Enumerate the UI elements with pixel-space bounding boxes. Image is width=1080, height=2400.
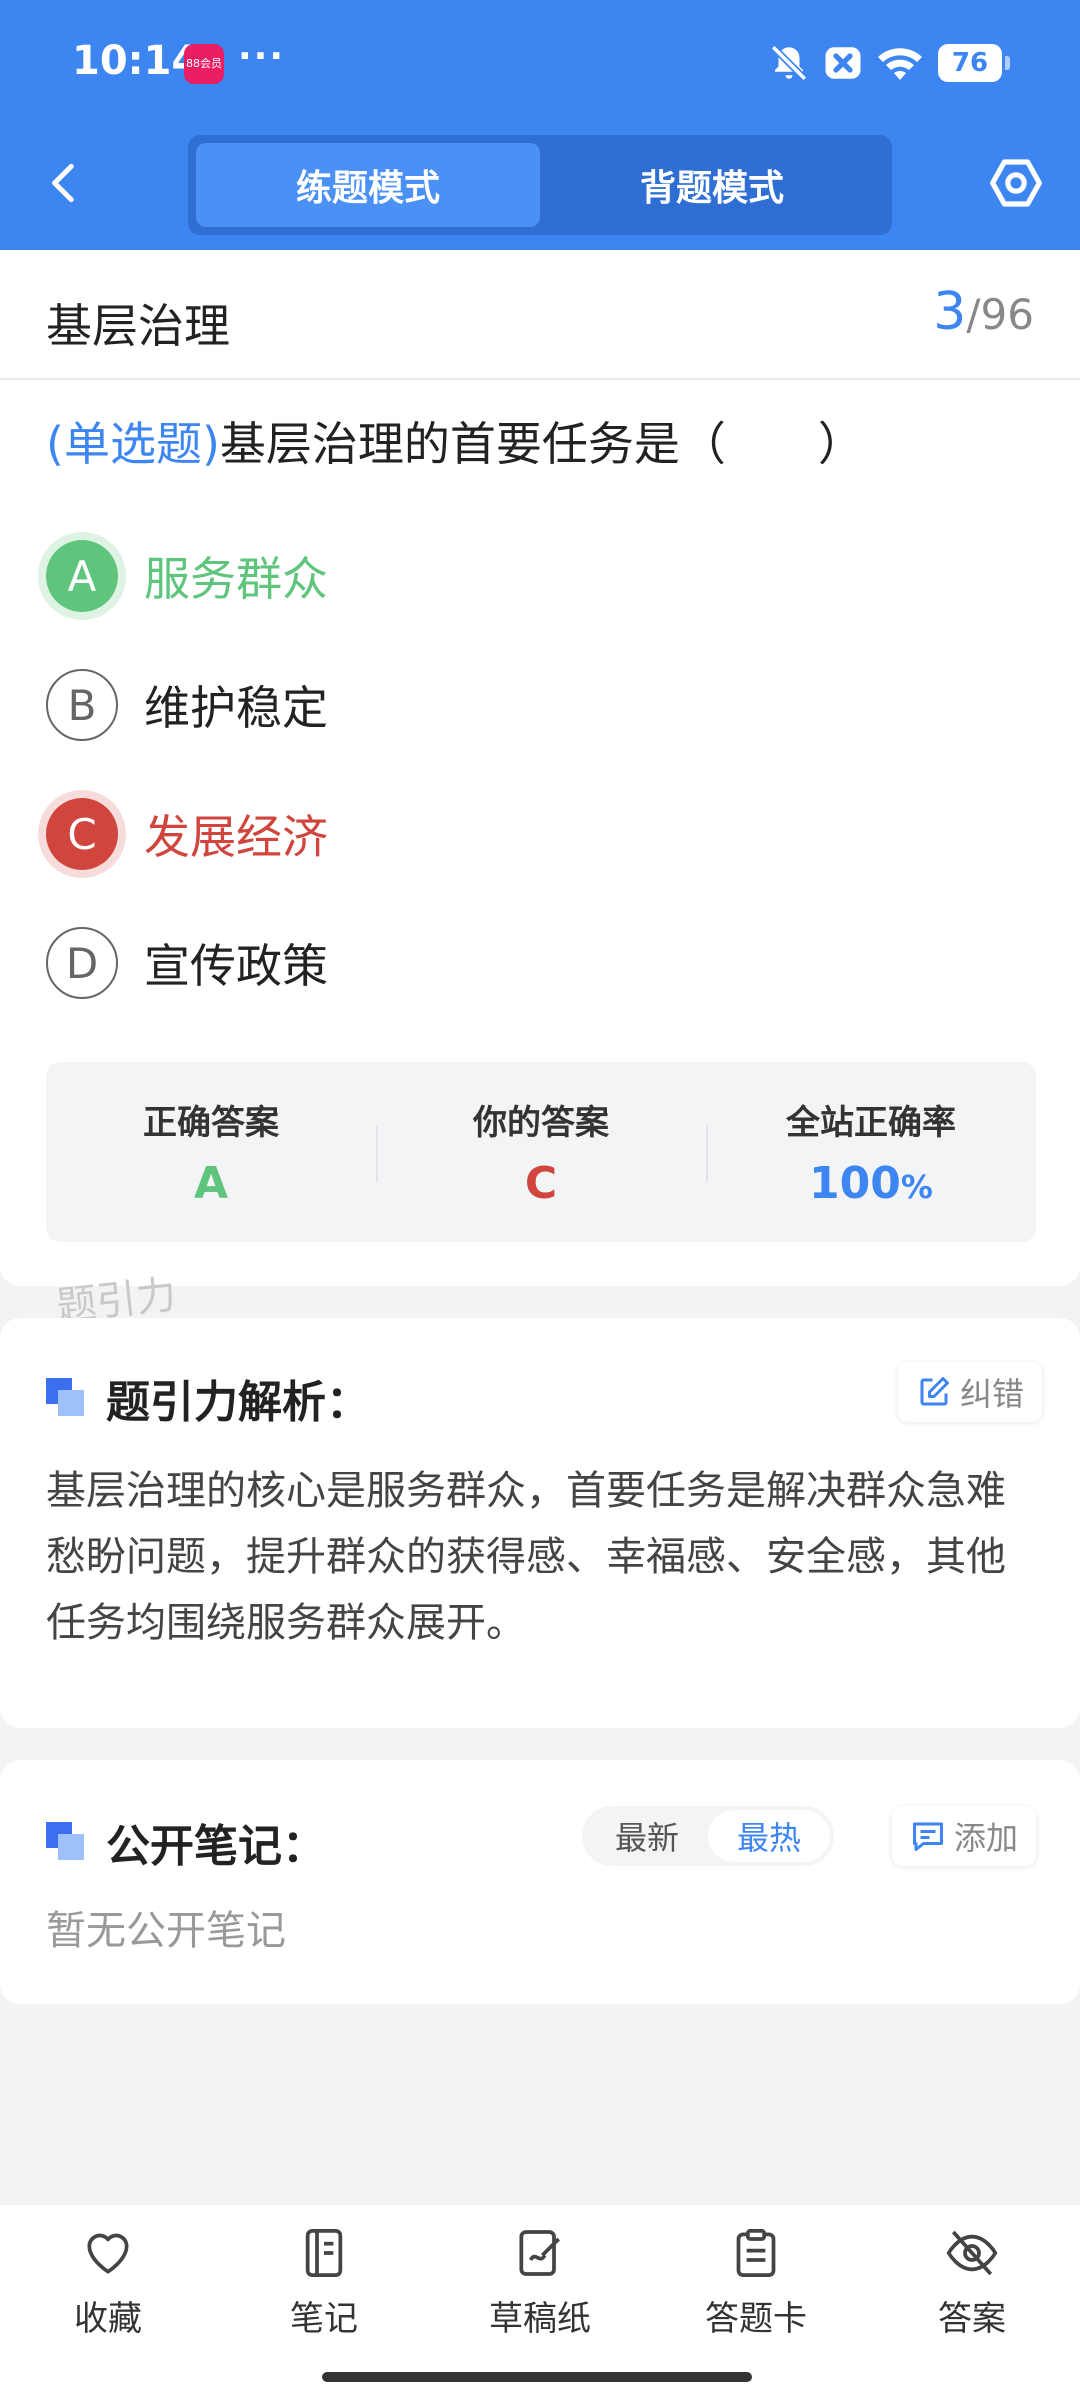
stat-value: C [524,1158,558,1209]
nav-label: 收藏 [74,2299,142,2339]
rate-unit: % [900,1168,933,1206]
notes-button[interactable]: 笔记 [216,2205,432,2400]
analysis-text: 基层治理的核心是服务群众，首要任务是解决群众急难愁盼问题，提升群众的获得感、幸福… [46,1468,1006,1646]
favorite-button[interactable]: 收藏 [0,2205,216,2400]
more-notifications-icon: ··· [238,36,286,77]
status-bar: 10:14 88会员 ··· 76 [0,0,1080,120]
option-letter: A [46,540,118,612]
mode-switch: 练题模式 背题模式 [188,135,892,235]
question-text: 基层治理的首要任务是（ ） [219,417,864,471]
report-error-button[interactable]: 纠错 [898,1362,1043,1422]
stat-label: 你的答案 [473,1103,609,1143]
back-button[interactable] [40,155,90,211]
stat-label: 正确答案 [143,1103,279,1143]
notes-title: 公开笔记： [46,1810,326,1874]
current-question-number: 3 [933,282,967,342]
draft-paper-button[interactable]: 草稿纸 [432,2205,648,2400]
option-text: 维护稳定 [144,681,328,735]
notes-title-text: 公开笔记： [106,1821,326,1872]
stat-correct-answer: 正确答案 A [46,1062,376,1242]
option-text: 宣传政策 [144,939,328,993]
add-note-button[interactable]: 添加 [892,1806,1037,1866]
tab-memorize-mode[interactable]: 背题模式 [540,143,884,227]
option-letter: C [46,798,118,870]
option-letter: D [46,927,118,999]
subject-title: 基层治理 [46,299,230,353]
top-app-bar: 10:14 88会员 ··· 76 练题模式 背题模式 [0,0,1080,250]
stat-value: A [193,1158,229,1209]
edit-icon [920,1377,949,1406]
show-answer-button[interactable]: 答案 [864,2205,1080,2400]
settings-icon[interactable] [988,155,1044,211]
stat-accuracy-rate: 全站正确率 100% [706,1062,1036,1242]
rate-number: 100 [809,1158,901,1209]
section-marker-icon [46,1378,86,1418]
option-letter: B [46,669,118,741]
question-counter: 3/96 [933,282,1034,342]
wifi-icon [878,48,922,80]
analysis-title-text: 题引力解析： [106,1377,370,1428]
answer-stats: 正确答案 A 你的答案 C 全站正确率 100% [46,1062,1036,1242]
stat-value: 100% [809,1158,933,1209]
option-text: 服务群众 [144,552,328,606]
answer-sheet-button[interactable]: 答题卡 [648,2205,864,2400]
option-b[interactable]: B 维护稳定 [46,665,846,745]
app-notification-icon: 88会员 [184,44,224,84]
question-stem: (单选题)基层治理的首要任务是（ ） [46,408,864,474]
empty-notes-text: 暂无公开笔记 [46,1908,286,1954]
nav-label: 答题卡 [705,2299,807,2339]
battery-icon: 76 [938,44,1010,82]
tab-practice-mode[interactable]: 练题模式 [196,143,540,227]
option-a[interactable]: A 服务群众 [46,536,846,616]
total-question-number: 96 [980,290,1034,339]
report-error-label: 纠错 [960,1375,1025,1413]
sort-hot[interactable]: 最热 [708,1810,830,1862]
draft-pen-icon [519,2230,560,2276]
status-time: 10:14 [72,38,200,84]
home-indicator[interactable] [322,2372,752,2382]
notes-sort-toggle: 最新 最热 [582,1806,834,1866]
section-marker-icon [46,1822,86,1862]
stat-label: 全站正确率 [786,1103,956,1143]
stat-your-answer: 你的答案 C [376,1062,706,1242]
comment-icon [913,1822,943,1851]
close-box-icon [825,47,861,79]
bell-off-icon [770,44,808,82]
add-note-label: 添加 [954,1819,1019,1857]
clipboard-icon [736,2228,776,2278]
option-text: 发展经济 [144,810,328,864]
option-c[interactable]: C 发展经济 [46,794,846,874]
nav-label: 答案 [938,2299,1006,2339]
counter-separator: / [966,290,981,339]
eye-off-icon [946,2230,998,2276]
sort-latest[interactable]: 最新 [586,1810,708,1862]
option-d[interactable]: D 宣传政策 [46,923,846,1003]
analysis-title: 题引力解析： [46,1366,370,1430]
bottom-toolbar: 收藏 笔记 草稿纸 答题卡 答案 [0,2205,1080,2400]
nav-label: 笔记 [290,2299,358,2339]
question-type: (单选题) [46,417,220,471]
heart-icon [87,2233,129,2274]
notebook-icon [305,2228,343,2278]
nav-label: 草稿纸 [489,2299,591,2339]
divider [0,378,1080,380]
notes-card [0,1760,1080,2004]
